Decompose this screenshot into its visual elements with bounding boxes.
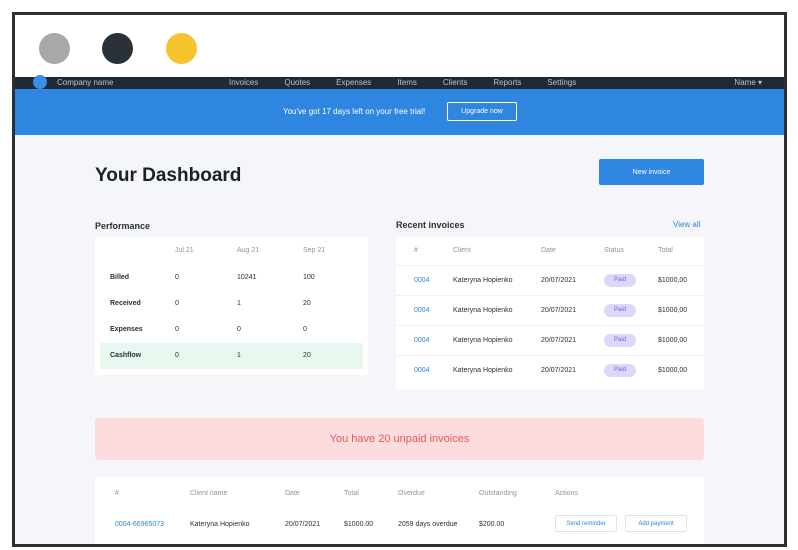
unpaid-outstanding: $200.00	[479, 521, 505, 528]
add-payment-button[interactable]: Add payment	[625, 515, 687, 532]
unpaid-invoice-number-link[interactable]: 0004-66965073	[115, 521, 164, 528]
perf-cell: 10241	[237, 274, 257, 281]
unpaid-col-header: Overdue	[398, 490, 425, 497]
nav-link-settings[interactable]: Settings	[547, 78, 576, 87]
rec-col-header: #	[414, 247, 418, 254]
perf-cell: 100	[303, 274, 315, 281]
status-badge: Paid	[604, 364, 636, 377]
perf-col-header: Jul 21	[175, 247, 194, 254]
nav-link-expenses[interactable]: Expenses	[336, 78, 371, 87]
invoice-number-link[interactable]: 0004	[414, 337, 430, 344]
perf-cell: 20	[303, 300, 311, 307]
app-frame: Company name Invoices Quotes Expenses It…	[12, 12, 787, 547]
invoice-total: $1000,00	[658, 337, 688, 344]
perf-col-header: Sep 21	[303, 247, 326, 254]
yellow-dot-icon[interactable]	[166, 33, 197, 64]
perf-col-header: Aug 21	[237, 247, 260, 254]
invoice-date: 20/07/2021	[541, 277, 577, 284]
unpaid-date: 20/07/2021	[285, 521, 321, 528]
unpaid-col-header: Date	[285, 490, 300, 497]
table-row[interactable]: 0004 Kateryna Hopienko 20/07/2021 Paid $…	[396, 325, 704, 355]
company-name[interactable]: Company name	[57, 78, 113, 87]
unpaid-col-header: Total	[344, 490, 359, 497]
invoice-number-link[interactable]: 0004	[414, 277, 430, 284]
perf-cell: 0	[237, 326, 241, 333]
status-badge: Paid	[604, 304, 636, 317]
user-menu[interactable]: Name ▾	[734, 78, 762, 87]
status-badge: Paid	[604, 274, 636, 287]
page-title: Your Dashboard	[95, 165, 242, 186]
perf-cell: 1	[237, 300, 241, 307]
rec-col-header: Client	[453, 247, 471, 254]
unpaid-invoices-table: # Client name Date Total Overdue Outstan…	[95, 477, 704, 544]
perf-cell: 0	[175, 326, 179, 333]
unpaid-col-header: Outstanding	[479, 490, 517, 497]
perf-cell: 1	[237, 352, 241, 359]
performance-card: Jul 21 Aug 21 Sep 21 Billed 0 10241 100 …	[95, 237, 368, 375]
perf-row-label: Expenses	[110, 326, 143, 333]
unpaid-col-header: #	[115, 490, 119, 497]
nav-link-quotes[interactable]: Quotes	[284, 78, 310, 87]
perf-row-label: Received	[110, 300, 141, 307]
perf-cell: 0	[175, 274, 179, 281]
unpaid-overdue: 2059 days overdue	[398, 521, 458, 528]
perf-cell: 0	[303, 326, 307, 333]
nav-link-reports[interactable]: Reports	[493, 78, 521, 87]
invoice-date: 20/07/2021	[541, 367, 577, 374]
perf-row-label: Billed	[110, 274, 130, 281]
nav-link-clients[interactable]: Clients	[443, 78, 467, 87]
nav-link-invoices[interactable]: Invoices	[229, 78, 258, 87]
unpaid-total: $1000.00	[344, 521, 374, 528]
gray-dot-icon[interactable]	[39, 33, 70, 64]
rec-col-header: Date	[541, 247, 556, 254]
recent-invoices-card: # Client Date Status Total 0004 Kateryna…	[396, 237, 704, 389]
table-row[interactable]: 0004 Kateryna Hopienko 20/07/2021 Paid $…	[396, 265, 704, 295]
top-navigation: Company name Invoices Quotes Expenses It…	[15, 75, 784, 89]
recent-invoices-label: Recent invoices	[396, 220, 465, 230]
upgrade-now-button[interactable]: Upgrade now	[447, 102, 517, 121]
unpaid-client-name: Kateryna Hopienko	[190, 521, 250, 528]
perf-row-billed: Billed 0 10241 100	[100, 265, 363, 291]
invoice-number-link[interactable]: 0004	[414, 307, 430, 314]
view-all-link[interactable]: View all	[673, 220, 700, 229]
client-name: Kateryna Hopienko	[453, 277, 513, 284]
perf-row-received: Received 0 1 20	[100, 291, 363, 317]
perf-cell: 0	[175, 352, 179, 359]
send-reminder-button[interactable]: Send reminder	[555, 515, 617, 532]
invoice-number-link[interactable]: 0004	[414, 367, 430, 374]
table-row[interactable]: 0004 Kateryna Hopienko 20/07/2021 Paid $…	[396, 295, 704, 325]
unpaid-col-header: Actions	[555, 490, 578, 497]
invoice-date: 20/07/2021	[541, 307, 577, 314]
client-name: Kateryna Hopienko	[453, 307, 513, 314]
unpaid-invoices-banner: You have 20 unpaid invoices	[95, 418, 704, 460]
nav-links: Invoices Quotes Expenses Items Clients R…	[229, 78, 576, 87]
perf-cell: 0	[175, 300, 179, 307]
dark-dot-icon[interactable]	[102, 33, 133, 64]
client-name: Kateryna Hopienko	[453, 337, 513, 344]
invoice-total: $1000,00	[658, 367, 688, 374]
trial-message: You've got 17 days left on your free tri…	[283, 107, 426, 116]
table-row[interactable]: 0004 Kateryna Hopienko 20/07/2021 Paid $…	[396, 355, 704, 385]
new-invoice-button[interactable]: New invoice	[599, 159, 704, 185]
performance-label: Performance	[95, 221, 151, 231]
rec-col-header: Total	[658, 247, 673, 254]
perf-row-cashflow: Cashflow 0 1 20	[100, 343, 363, 369]
trial-banner: You've got 17 days left on your free tri…	[15, 89, 784, 135]
perf-cell: 20	[303, 352, 311, 359]
company-logo-icon[interactable]	[33, 75, 47, 89]
perf-row-label: Cashflow	[110, 352, 142, 359]
rec-col-header: Status	[604, 247, 624, 254]
invoice-total: $1000,00	[658, 307, 688, 314]
unpaid-col-header: Client name	[190, 490, 228, 497]
nav-link-items[interactable]: Items	[397, 78, 417, 87]
invoice-total: $1000,00	[658, 277, 688, 284]
window-title-bar	[15, 15, 784, 77]
perf-row-expenses: Expenses 0 0 0	[100, 317, 363, 343]
client-name: Kateryna Hopienko	[453, 367, 513, 374]
invoice-date: 20/07/2021	[541, 337, 577, 344]
status-badge: Paid	[604, 334, 636, 347]
